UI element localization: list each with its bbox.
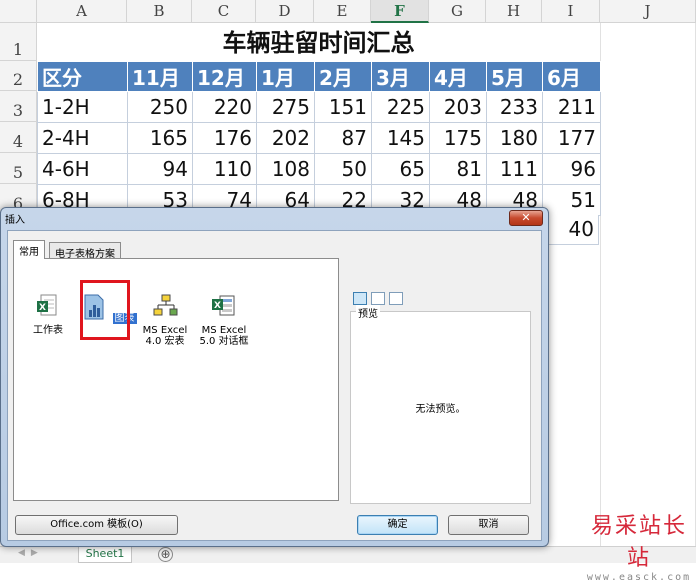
column-header-j[interactable]: J <box>600 0 696 23</box>
row-header-4[interactable]: 4 <box>0 122 37 153</box>
dialog-body: 常用 电子表格方案 X 工作表 图表 MS Excel 4.0 宏表 X MS … <box>7 230 542 541</box>
table-cell[interactable]: 202 <box>256 122 315 154</box>
template-list: X 工作表 图表 MS Excel 4.0 宏表 X MS Excel 5.0 … <box>13 258 339 501</box>
row-header-5[interactable]: 5 <box>0 153 37 184</box>
watermark-url: www.easck.com <box>586 572 692 583</box>
table-cell[interactable]: 111 <box>486 153 543 185</box>
ok-button[interactable]: 确定 <box>357 515 438 535</box>
list-view-icon[interactable] <box>371 292 385 305</box>
office-templates-button[interactable]: Office.com 模板(O) <box>15 515 178 535</box>
table-cell[interactable]: 81 <box>429 153 487 185</box>
cancel-button[interactable]: 取消 <box>448 515 529 535</box>
header-cell[interactable]: 4月 <box>429 61 487 92</box>
close-button[interactable]: ✕ <box>509 210 543 226</box>
header-cell[interactable]: 3月 <box>371 61 430 92</box>
svg-text:X: X <box>39 303 46 313</box>
data-table: 区分 11月 12月 1月 2月 3月 4月 5月 6月 1-2H 250 22… <box>37 61 601 216</box>
column-header-d[interactable]: D <box>256 0 314 23</box>
column-header-a[interactable]: A <box>37 0 127 23</box>
header-cell[interactable]: 1月 <box>256 61 315 92</box>
table-row: 2-4H 165 176 202 87 145 175 180 177 <box>37 122 601 154</box>
table-cell[interactable]: 110 <box>192 153 257 185</box>
table-cell[interactable]: 177 <box>542 122 601 154</box>
column-header-b[interactable]: B <box>127 0 192 23</box>
header-cell[interactable]: 11月 <box>127 61 193 92</box>
large-icons-view-icon[interactable] <box>353 292 367 305</box>
watermark-main: 易采站长站 <box>590 514 687 571</box>
header-cell[interactable]: 区分 <box>37 61 128 92</box>
ms-excel-4-macro-item[interactable]: MS Excel 4.0 宏表 <box>137 293 193 353</box>
column-header-f[interactable]: F <box>371 0 429 23</box>
table-row: 4-6H 94 110 108 50 65 81 111 96 <box>37 153 601 185</box>
select-all-corner[interactable] <box>0 0 37 23</box>
table-cell[interactable]: 1-2H <box>37 91 128 123</box>
column-header-g[interactable]: G <box>429 0 486 23</box>
table-header-row: 区分 11月 12月 1月 2月 3月 4月 5月 6月 <box>37 61 601 92</box>
svg-text:X: X <box>214 301 221 311</box>
table-cell[interactable]: 94 <box>127 153 193 185</box>
table-cell[interactable]: 211 <box>542 91 601 123</box>
table-cell[interactable]: 176 <box>192 122 257 154</box>
column-header-h[interactable]: H <box>486 0 542 23</box>
column-header-i[interactable]: I <box>542 0 600 23</box>
dialog-titlebar[interactable]: 插入 ✕ <box>1 208 548 228</box>
chart-highlight-annotation <box>80 280 130 340</box>
sheet-nav-arrows-icon[interactable]: ◀▶ <box>18 548 44 558</box>
worksheet-label: 工作表 <box>33 325 63 336</box>
column-header-e[interactable]: E <box>314 0 371 23</box>
preview-pane: 预览 无法预览。 <box>350 305 531 504</box>
ms-excel-5-dialog-item[interactable]: X MS Excel 5.0 对话框 <box>196 293 252 353</box>
table-cell[interactable]: 108 <box>256 153 315 185</box>
dialog-sheet-icon: X <box>212 295 235 316</box>
details-view-icon[interactable] <box>389 292 403 305</box>
watermark: 易采站长站 www.easck.com <box>582 508 696 583</box>
table-cell[interactable]: 180 <box>486 122 543 154</box>
table-cell[interactable]: 87 <box>314 122 372 154</box>
table-cell[interactable]: 220 <box>192 91 257 123</box>
ms-excel-4-label-2: 4.0 宏表 <box>145 336 185 347</box>
table-cell[interactable]: 2-4H <box>37 122 128 154</box>
worksheet-icon: X <box>37 294 57 316</box>
table-cell[interactable]: 51 <box>542 184 601 216</box>
table-cell[interactable]: 250 <box>127 91 193 123</box>
table-cell[interactable]: 65 <box>371 153 430 185</box>
table-cell[interactable]: 145 <box>371 122 430 154</box>
table-row: 1-2H 250 220 275 151 225 203 233 211 <box>37 91 601 123</box>
preview-empty-text: 无法预览。 <box>415 404 466 415</box>
table-cell[interactable]: 175 <box>429 122 487 154</box>
table-cell[interactable]: 275 <box>256 91 315 123</box>
preview-label: 预览 <box>356 305 380 320</box>
header-cell[interactable]: 6月 <box>542 61 601 92</box>
row-header-2[interactable]: 2 <box>0 61 37 91</box>
sheet-title[interactable]: 车辆驻留时间汇总 <box>37 23 600 60</box>
header-cell[interactable]: 2月 <box>314 61 372 92</box>
table-cell[interactable]: 203 <box>429 91 487 123</box>
table-cell[interactable]: 151 <box>314 91 372 123</box>
sheet-tab-sheet1[interactable]: Sheet1 <box>78 546 132 563</box>
ms-excel-5-label-2: 5.0 对话框 <box>199 336 249 347</box>
macro-sheet-icon <box>153 294 178 316</box>
tab-spreadsheet-solutions[interactable]: 电子表格方案 <box>49 242 121 260</box>
worksheet-item[interactable]: X 工作表 <box>20 293 76 353</box>
ms-excel-4-label-1: MS Excel <box>142 325 188 336</box>
table-cell[interactable]: 225 <box>371 91 430 123</box>
table-cell[interactable]: 233 <box>486 91 543 123</box>
row-header-1[interactable]: 1 <box>0 23 37 61</box>
row-header-3[interactable]: 3 <box>0 91 37 122</box>
header-cell[interactable]: 5月 <box>486 61 543 92</box>
tab-common[interactable]: 常用 <box>13 240 45 259</box>
table-cell[interactable]: 4-6H <box>37 153 128 185</box>
ms-excel-5-label-1: MS Excel <box>201 325 247 336</box>
dialog-title: 插入 <box>5 215 25 226</box>
header-cell[interactable]: 12月 <box>192 61 257 92</box>
table-cell[interactable]: 165 <box>127 122 193 154</box>
add-sheet-icon[interactable]: ⊕ <box>158 547 173 562</box>
partial-table-cell[interactable]: 40 <box>542 215 599 245</box>
column-header-c[interactable]: C <box>192 0 256 23</box>
table-cell[interactable]: 96 <box>542 153 601 185</box>
insert-dialog: 插入 ✕ 常用 电子表格方案 X 工作表 图表 MS Excel 4.0 宏表 … <box>0 207 549 547</box>
table-cell[interactable]: 50 <box>314 153 372 185</box>
